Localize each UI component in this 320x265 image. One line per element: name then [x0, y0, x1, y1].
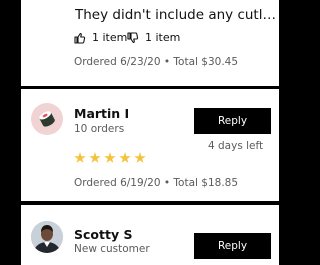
customer-name: Martin I	[74, 106, 130, 121]
thumbs-down-icon	[127, 31, 139, 43]
customer-name: Scotty S	[74, 227, 133, 242]
reply-button[interactable]: Reply	[194, 233, 271, 259]
sushi-roll-icon	[31, 103, 63, 135]
thumbs-up-feedback: 1 item	[74, 31, 127, 44]
star-icon	[134, 152, 146, 163]
reply-button[interactable]: Reply	[194, 108, 271, 134]
thumbs-up-count: 1 item	[92, 31, 128, 44]
star-icon	[104, 152, 116, 163]
star-icon	[119, 152, 131, 163]
review-comment: They didn't include any cutlery, napkins	[75, 7, 279, 23]
star-icon	[89, 152, 101, 163]
review-card: Martin I 10 orders Reply 4 days left Ord…	[21, 89, 279, 201]
thumbs-down-count: 1 item	[145, 31, 181, 44]
order-summary: Ordered 6/19/20 • Total $18.85	[74, 177, 239, 189]
thumbs-up-icon	[74, 32, 86, 44]
thumbs-down-feedback: 1 item	[127, 31, 180, 44]
review-card: They didn't include any cutlery, napkins…	[21, 0, 279, 86]
star-icon	[74, 152, 86, 163]
order-summary: Ordered 6/23/20 • Total $30.45	[74, 56, 239, 68]
rating-stars	[74, 152, 149, 164]
customer-order-count: 10 orders	[74, 123, 125, 135]
review-card: Scotty S New customer Reply	[21, 205, 279, 265]
reply-time-left: 4 days left	[208, 140, 264, 152]
rating-stars-partial	[21, 0, 279, 3]
avatar	[31, 221, 63, 253]
customer-status: New customer	[74, 243, 150, 255]
